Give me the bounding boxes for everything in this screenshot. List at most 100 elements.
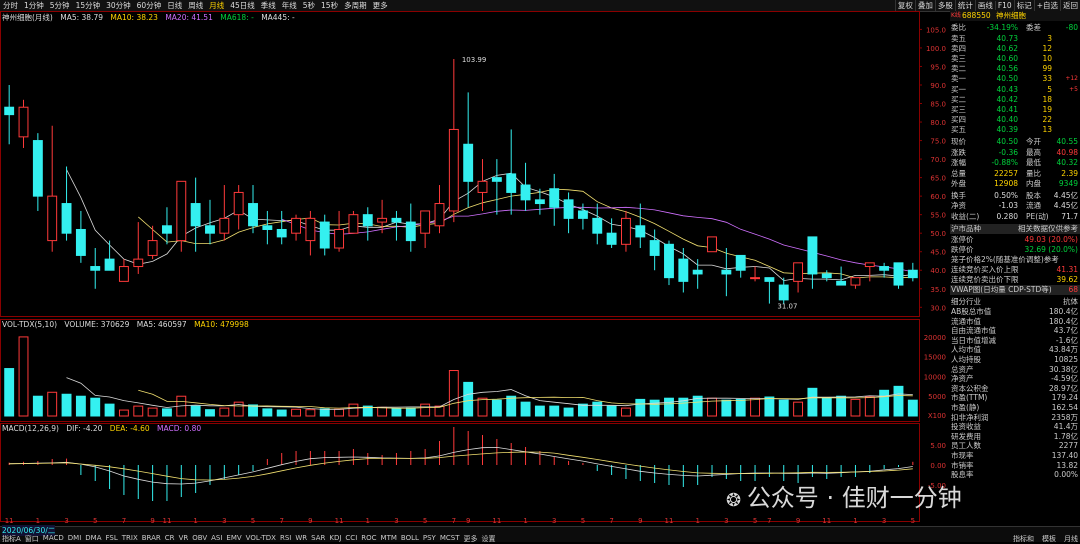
x-tick-33: 5 — [911, 517, 915, 525]
period-tab-10[interactable]: 季线 — [258, 0, 279, 11]
indicator-tab-18[interactable]: CCI — [343, 534, 359, 544]
vol-bar-57 — [821, 397, 832, 417]
period-tab-8[interactable]: 月线 — [206, 0, 227, 11]
bottom-right-tab-0[interactable]: 指标和 — [1013, 535, 1034, 543]
price-tick-8: 65.0 — [930, 175, 946, 183]
period-tab-6[interactable]: 日线 — [164, 0, 185, 11]
candle-body-39 — [563, 199, 574, 219]
period-tab-4[interactable]: 30分钟 — [103, 0, 134, 11]
vol-tick-1: 15000 — [924, 354, 946, 362]
vol-bar-18 — [262, 408, 273, 417]
period-tab-1[interactable]: 1分钟 — [21, 0, 47, 11]
stat-label-1: 涨跌 — [951, 147, 966, 157]
indicator-tab-22[interactable]: PSY — [421, 534, 438, 544]
x-tick-9: 5 — [251, 517, 255, 525]
indicator-tab-6[interactable]: TRIX — [120, 534, 140, 544]
tool-button-2[interactable]: 多股 — [934, 0, 955, 11]
period-tab-2[interactable]: 5分钟 — [47, 0, 73, 11]
low-annotation: 31.07 — [777, 303, 797, 311]
quote-row: 收益(二) 0.280 PE(动) 71.7 — [950, 212, 1080, 223]
indicator-tab-15[interactable]: WR — [293, 534, 309, 544]
indicator-tab-4[interactable]: DMA — [83, 534, 103, 544]
section-hu-bar[interactable]: 沪市品种 相关数据仅供参考 — [950, 224, 1080, 234]
indicator-tab-5[interactable]: FSL — [104, 534, 120, 544]
stat2-label2-2: PE(动) — [1026, 211, 1049, 221]
indicator-tab-20[interactable]: MTM — [379, 534, 399, 544]
x-tick-7: 1 — [193, 517, 197, 525]
period-tab-5[interactable]: 60分钟 — [134, 0, 165, 11]
candle-body-63 — [907, 269, 918, 279]
bottom-right-tab-1[interactable]: 模板 — [1042, 535, 1056, 543]
ask-qty-1: 12 — [1042, 44, 1052, 53]
indicator-tab-12[interactable]: EMV — [224, 534, 243, 544]
period-tab-12[interactable]: 5秒 — [300, 0, 318, 11]
ask-qty-4: 33 — [1042, 74, 1052, 83]
vol-bar-24 — [348, 403, 359, 417]
indicator-tab-16[interactable]: SAR — [309, 534, 327, 544]
candle-body-51 — [735, 254, 746, 271]
tool-button-3[interactable]: 统计 — [954, 0, 975, 11]
vol-bar-28 — [405, 407, 416, 417]
quote-row: 卖三 40.60 10 — [950, 54, 1080, 64]
x-tick-13: 1 — [366, 517, 370, 525]
x-tick-6: 11 — [162, 517, 171, 525]
x-tick-4: 7 — [122, 517, 126, 525]
period-tab-0[interactable]: 分时 — [0, 0, 21, 11]
stat2-value-0: 0.50% — [994, 190, 1018, 200]
vol-bar-20 — [291, 408, 301, 417]
candle-body-2 — [32, 140, 43, 197]
period-tab-7[interactable]: 周线 — [185, 0, 206, 11]
indicator-tab-3[interactable]: DMI — [66, 534, 84, 544]
indicator-tab-25[interactable]: 设置 — [480, 534, 498, 544]
stat2-label-0: 换手 — [951, 190, 966, 200]
kline-chart-area[interactable]: 神州细胞(月线) MA5: 38.79 MA10: 38.23 MA20: 41… — [0, 11, 948, 526]
x-tick-20: 3 — [552, 517, 556, 525]
indicator-tab-7[interactable]: BRAR — [140, 534, 163, 544]
tool-button-5[interactable]: F10 — [994, 1, 1014, 10]
candle-body-40 — [577, 210, 588, 219]
stat2-value2-2: 71.7 — [1061, 211, 1078, 221]
indicator-tab-21[interactable]: BOLL — [399, 534, 421, 544]
quote-row: 跌停价 32.69 (20.0%) — [950, 245, 1080, 255]
tool-button-1[interactable]: 叠加 — [914, 0, 935, 11]
bottom-right-tab-2[interactable]: 月线 — [1064, 535, 1078, 543]
weicha-label: 委差 — [1026, 23, 1041, 32]
candle-body-44 — [635, 225, 646, 238]
indicator-tab-23[interactable]: MCST — [438, 534, 462, 544]
indicator-tab-14[interactable]: RSI — [278, 534, 293, 544]
indicator-tab-24[interactable]: 更多 — [462, 534, 480, 544]
period-tab-11[interactable]: 年线 — [279, 0, 300, 11]
tool-button-6[interactable]: 标记 — [1013, 0, 1034, 11]
vol-bar-43 — [621, 407, 631, 417]
tool-button-8[interactable]: 返回 — [1060, 0, 1080, 11]
x-tick-18: 11 — [492, 517, 501, 525]
indicator-tab-13[interactable]: VOL-TDX — [244, 534, 278, 544]
indicator-tab-9[interactable]: VR — [177, 534, 191, 544]
period-tab-14[interactable]: 多周期 — [341, 0, 370, 11]
x-tick-1: 1 — [36, 517, 40, 525]
macd-tick-0: 5.00 — [930, 442, 946, 450]
candle-body-41 — [592, 217, 603, 234]
indicator-tab-10[interactable]: OBV — [190, 534, 209, 544]
tool-button-0[interactable]: 复权 — [894, 0, 915, 11]
tool-button-7[interactable]: +自选 — [1033, 0, 1060, 11]
period-tab-15[interactable]: 更多 — [370, 0, 391, 11]
period-tab-9[interactable]: 45日线 — [227, 0, 258, 11]
ask-change-4: +12 — [1065, 75, 1078, 82]
vwap-bar[interactable]: VWAP图(日均量 CDP-STD等) 68 — [950, 285, 1080, 295]
period-tab-13[interactable]: 15秒 — [318, 0, 341, 11]
period-tab-3[interactable]: 15分钟 — [73, 0, 104, 11]
x-tick-10: 7 — [279, 517, 283, 525]
indicator-tab-11[interactable]: ASI — [209, 534, 224, 544]
indicator-tab-19[interactable]: ROC — [359, 534, 378, 544]
ask-qty-3: 99 — [1042, 64, 1052, 73]
candle-body-37 — [534, 199, 545, 205]
bid-qty-0: 5 — [1047, 85, 1052, 94]
indicator-tab-8[interactable]: CR — [163, 534, 177, 544]
tool-button-4[interactable]: 画线 — [974, 0, 995, 11]
indicator-tab-0[interactable]: 指标A — [0, 534, 23, 544]
indicator-tab-2[interactable]: MACD — [41, 534, 66, 544]
indicator-tab-17[interactable]: KDJ — [327, 534, 343, 544]
indicator-tab-1[interactable]: 窗口 — [23, 534, 41, 544]
x-tick-3: 5 — [93, 517, 97, 525]
